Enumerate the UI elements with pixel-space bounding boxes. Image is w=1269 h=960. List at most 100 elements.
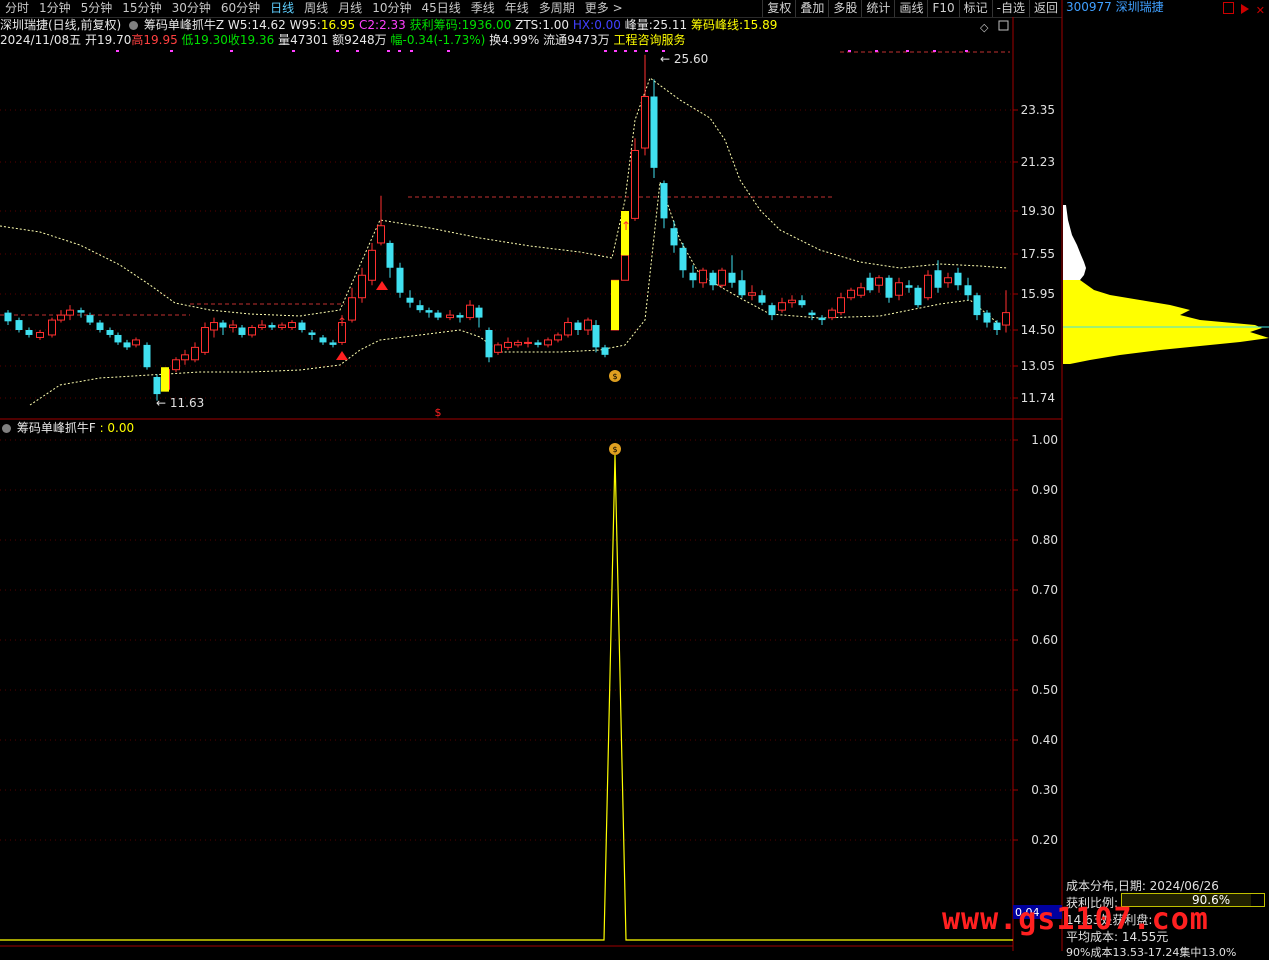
up-arrow-icon: ↑ (337, 315, 347, 329)
candle-body-down (114, 334, 122, 343)
sub-panel-title: 筹码单峰抓牛F : 0.00 (0, 421, 134, 436)
sub-tick-label: 0.70 (1031, 583, 1058, 597)
candle-body-down (798, 300, 806, 306)
candle-body-up (36, 331, 44, 338)
money-bag-symbol: $ (612, 445, 617, 454)
candle-body-down (670, 228, 678, 246)
sub-grid (0, 439, 1013, 841)
main-grid (0, 109, 1013, 399)
signal-dot (170, 50, 173, 52)
candle-body-up (494, 344, 502, 353)
candle-body-up (514, 341, 522, 346)
candle-body-down (25, 330, 33, 335)
candle-body-up (191, 346, 199, 361)
signal-bar (611, 280, 619, 330)
signal-dot (634, 50, 637, 52)
cost-dist-title: 成本分布,日期: 2024/06/26 (1066, 879, 1219, 893)
upper-band-line (0, 77, 1008, 317)
candle-body-down (396, 267, 404, 293)
candle-body-down (153, 376, 161, 395)
candle-body-down (219, 322, 227, 328)
candle-body-up (57, 314, 65, 321)
buy-triangle-icon (336, 351, 348, 360)
candle-body-up (895, 282, 903, 296)
candle-body-down (106, 330, 114, 335)
signal-dot (604, 50, 607, 52)
sub-indicator-name: 筹码单峰抓牛F (16, 421, 96, 435)
candle-body-down (329, 342, 337, 345)
candle-body-down (592, 325, 600, 348)
candle-body-down (689, 272, 697, 281)
max-price-label: ← 25.60 (660, 52, 708, 66)
candle-body-up (248, 327, 256, 336)
cost-dist-loss-area (1063, 280, 1269, 364)
sub-tick-label: 0.20 (1031, 833, 1058, 847)
candle-body-up (348, 297, 356, 321)
candle-body-down (4, 312, 12, 322)
candle-body-up (132, 339, 140, 346)
candle-body-down (885, 277, 893, 298)
main-tick-label: 13.05 (1021, 359, 1055, 373)
candle-body-up (641, 96, 649, 149)
signal-dot (356, 50, 359, 52)
candle-body-down (964, 285, 972, 296)
main-tick-label: 14.50 (1021, 323, 1055, 337)
candle-body-up (258, 324, 266, 329)
sub-tick-label: 1.00 (1031, 433, 1058, 447)
candle-body-down (308, 332, 316, 335)
candle-body-down (738, 280, 746, 296)
candle-body-down (268, 325, 276, 328)
signal-dot (933, 50, 936, 52)
candle-body-up (48, 319, 56, 336)
signal-dot (875, 50, 878, 52)
sub-axis: 1.00 0.90 0.80 0.70 0.60 0.50 0.40 0.30 0.20 (1013, 433, 1058, 847)
cost-range-text: 90%成本13.53-17.24集中13.0% (1066, 946, 1237, 959)
candle-body-down (650, 96, 658, 168)
candle-body-down (298, 322, 306, 330)
maximize-icon[interactable] (998, 20, 1009, 31)
main-tick-label: 11.74 (1021, 391, 1055, 405)
candle-body-up (278, 324, 286, 329)
signal-bar (161, 367, 169, 392)
candle-body-up (554, 334, 562, 341)
signal-dot (410, 50, 413, 52)
main-tick-label: 17.55 (1021, 247, 1055, 261)
sub-tick-label: 0.80 (1031, 533, 1058, 547)
candle-body-down (983, 312, 991, 323)
candle-body-down (758, 295, 766, 303)
candle-body-down (475, 307, 483, 318)
signal-dot (292, 50, 295, 52)
candle-body-down (77, 310, 85, 313)
signal-dot (398, 50, 401, 52)
main-tick-label: 19.30 (1021, 204, 1055, 218)
candle-body-up (504, 341, 512, 348)
candle-body-up (631, 149, 639, 219)
candle-body-up (544, 339, 552, 346)
sub-collapse-icon[interactable] (2, 424, 11, 433)
candle-body-down (143, 344, 151, 368)
candle-body-up (201, 327, 209, 353)
candle-body-up (368, 249, 376, 281)
candle-body-down (728, 272, 736, 283)
candle-body-up (718, 269, 726, 286)
candle-body-up (466, 304, 474, 319)
candle-body-up (181, 354, 189, 361)
candle-body-up (857, 287, 865, 296)
candle-body-down (456, 315, 464, 318)
candle-body-up (377, 225, 385, 244)
candle-body-down (534, 342, 542, 345)
diamond-icon[interactable]: ◇ (980, 21, 989, 34)
candle-body-down (425, 310, 433, 313)
candle-body-down (15, 320, 23, 330)
signal-dot (965, 50, 968, 52)
signal-dot (906, 50, 909, 52)
cost-distribution-chart (1063, 205, 1269, 364)
sub-tick-label: 0.40 (1031, 733, 1058, 747)
candle-body-up (1002, 312, 1010, 326)
min-price-label: ← 11.63 (156, 396, 204, 410)
sub-tick-label: 0.90 (1031, 483, 1058, 497)
candle-body-up (210, 322, 218, 331)
signal-dot (387, 50, 390, 52)
candle-body-up (584, 319, 592, 331)
candle-body-down (954, 272, 962, 286)
